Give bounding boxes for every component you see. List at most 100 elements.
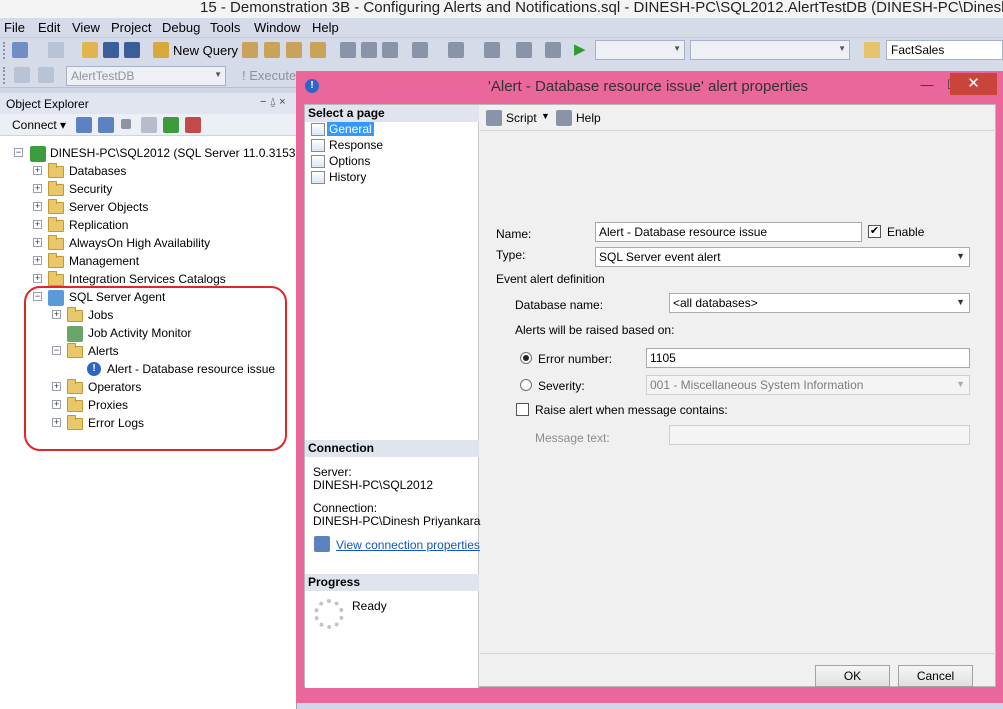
script-label: Script — [506, 111, 537, 125]
paste-icon[interactable] — [382, 42, 398, 58]
minimize-icon[interactable]: — — [913, 74, 941, 96]
save-all-icon[interactable] — [124, 42, 140, 58]
folder-icon — [48, 253, 64, 268]
node-label: Server Objects — [69, 200, 149, 214]
connection-header: Connection — [305, 440, 479, 457]
solution-configurations-combo[interactable]: ▼ — [595, 40, 685, 60]
page-label: General — [327, 122, 374, 136]
database-engine-query-icon[interactable] — [242, 42, 258, 58]
solution-platforms-combo[interactable]: ▼ — [690, 40, 850, 60]
connect-object-explorer-icon[interactable] — [76, 117, 92, 133]
find-combo[interactable]: FactSales — [886, 40, 1003, 60]
enable-checkbox[interactable]: ✔ — [868, 225, 881, 238]
folder-icon — [48, 217, 64, 232]
database-value: AlertTestDB — [71, 69, 135, 83]
save-icon[interactable] — [103, 42, 119, 58]
menu-window[interactable]: Window — [254, 20, 300, 35]
folder-icon — [48, 163, 64, 178]
connect-icon[interactable] — [14, 67, 30, 83]
execute-label: Execute — [249, 68, 297, 83]
xmla-query-icon[interactable] — [310, 42, 326, 58]
page-selector-pane: Select a page General Response Options H… — [305, 105, 480, 688]
ok-button[interactable]: OK — [815, 665, 890, 687]
app-title-bar: 15 - Demonstration 3B - Configuring Aler… — [0, 0, 1003, 18]
menu-view[interactable]: View — [72, 20, 100, 35]
add-item-icon[interactable] — [48, 42, 64, 58]
view-connection-properties-link[interactable]: View connection properties — [336, 538, 480, 552]
database-name-select[interactable]: <all databases> ▼ — [669, 293, 970, 313]
analysis-mdx-query-icon[interactable] — [264, 42, 280, 58]
disconnect-object-explorer-icon[interactable] — [98, 117, 114, 133]
highlight-annotation — [24, 286, 287, 451]
name-field[interactable]: Alert - Database resource issue — [595, 222, 862, 242]
open-file-icon[interactable] — [82, 42, 98, 58]
start-debug-icon[interactable]: ▶ — [574, 40, 586, 58]
menu-bar: File Edit View Project Debug Tools Windo… — [0, 18, 1003, 38]
chevron-down-icon[interactable]: ▼ — [541, 111, 550, 121]
activity-monitor-icon[interactable] — [185, 117, 201, 133]
solution-config-icon[interactable] — [545, 42, 561, 58]
refresh-icon[interactable] — [163, 117, 179, 133]
expand-icon[interactable]: + — [33, 220, 42, 229]
dialog-button-bar: OK Cancel — [480, 653, 996, 687]
alert-properties-dialog: ! 'Alert - Database resource issue' aler… — [296, 71, 1003, 703]
alerts-raised-label: Alerts will be raised based on: — [515, 323, 675, 337]
connect-dropdown[interactable]: Connect ▾ — [12, 118, 66, 132]
select-page-header: Select a page — [305, 105, 479, 122]
alert-info-icon: ! — [305, 79, 319, 93]
dialog-body: Select a page General Response Options H… — [304, 104, 996, 688]
node-label: Security — [69, 182, 113, 196]
new-query-button[interactable]: New Query — [173, 43, 238, 58]
filter-icon[interactable] — [141, 117, 157, 133]
navigate-backward-icon[interactable] — [484, 42, 500, 58]
menu-debug[interactable]: Debug — [162, 20, 200, 35]
raise-alert-message-checkbox[interactable] — [516, 403, 529, 416]
expand-icon[interactable]: + — [33, 166, 42, 175]
type-select[interactable]: SQL Server event alert ▼ — [595, 247, 970, 267]
execute-button[interactable]: ! Execute — [242, 68, 296, 83]
database-name-label: Database name: — [515, 298, 604, 312]
connection-properties-icon — [314, 536, 330, 552]
navigate-forward-icon[interactable] — [516, 42, 532, 58]
expand-icon[interactable]: + — [33, 274, 42, 283]
toolbar-grip-2[interactable] — [3, 67, 6, 84]
menu-edit[interactable]: Edit — [38, 20, 60, 35]
error-number-label: Error number: — [538, 352, 613, 366]
type-value: SQL Server event alert — [599, 250, 721, 264]
toolbar-grip[interactable] — [3, 42, 6, 59]
disconnect-icon[interactable] — [38, 67, 54, 83]
menu-tools[interactable]: Tools — [210, 20, 240, 35]
close-icon[interactable]: ✕ — [950, 73, 997, 95]
expand-icon[interactable]: + — [33, 238, 42, 247]
analysis-dmx-query-icon[interactable] — [286, 42, 302, 58]
expand-icon[interactable]: + — [33, 256, 42, 265]
expand-icon[interactable]: + — [33, 202, 42, 211]
cancel-button[interactable]: Cancel — [898, 665, 973, 687]
error-number-field[interactable]: 1105 — [646, 348, 970, 368]
dialog-title: 'Alert - Database resource issue' alert … — [488, 78, 809, 95]
object-explorer-header: Object Explorer − ⍙ × — [0, 93, 297, 114]
copy-icon[interactable] — [361, 42, 377, 58]
help-icon — [556, 110, 572, 126]
find-in-files-icon[interactable] — [864, 42, 880, 58]
severity-radio[interactable] — [520, 379, 532, 391]
menu-project[interactable]: Project — [111, 20, 151, 35]
cut-icon[interactable] — [340, 42, 356, 58]
new-project-icon[interactable] — [12, 42, 28, 58]
node-label: Databases — [69, 164, 127, 178]
available-databases-combo[interactable]: AlertTestDB ▼ — [66, 66, 226, 86]
severity-select[interactable]: 001 - Miscellaneous System Information ▼ — [646, 375, 970, 395]
error-number-radio[interactable] — [520, 352, 532, 364]
node-label: AlwaysOn High Availability — [69, 236, 211, 250]
server-label: DINESH-PC\SQL2012 (SQL Server 11.0.3153 … — [50, 146, 319, 160]
stop-icon[interactable] — [121, 119, 131, 129]
menu-file[interactable]: File — [4, 20, 25, 35]
message-text-label: Message text: — [535, 431, 610, 445]
redo-icon[interactable] — [448, 42, 464, 58]
undo-icon[interactable] — [412, 42, 428, 58]
expand-icon[interactable]: + — [33, 184, 42, 193]
menu-help[interactable]: Help — [312, 20, 339, 35]
collapse-icon[interactable]: − — [14, 148, 23, 157]
panel-pin-icon[interactable]: − ⍙ × — [260, 96, 286, 109]
message-text-field[interactable] — [669, 425, 970, 445]
